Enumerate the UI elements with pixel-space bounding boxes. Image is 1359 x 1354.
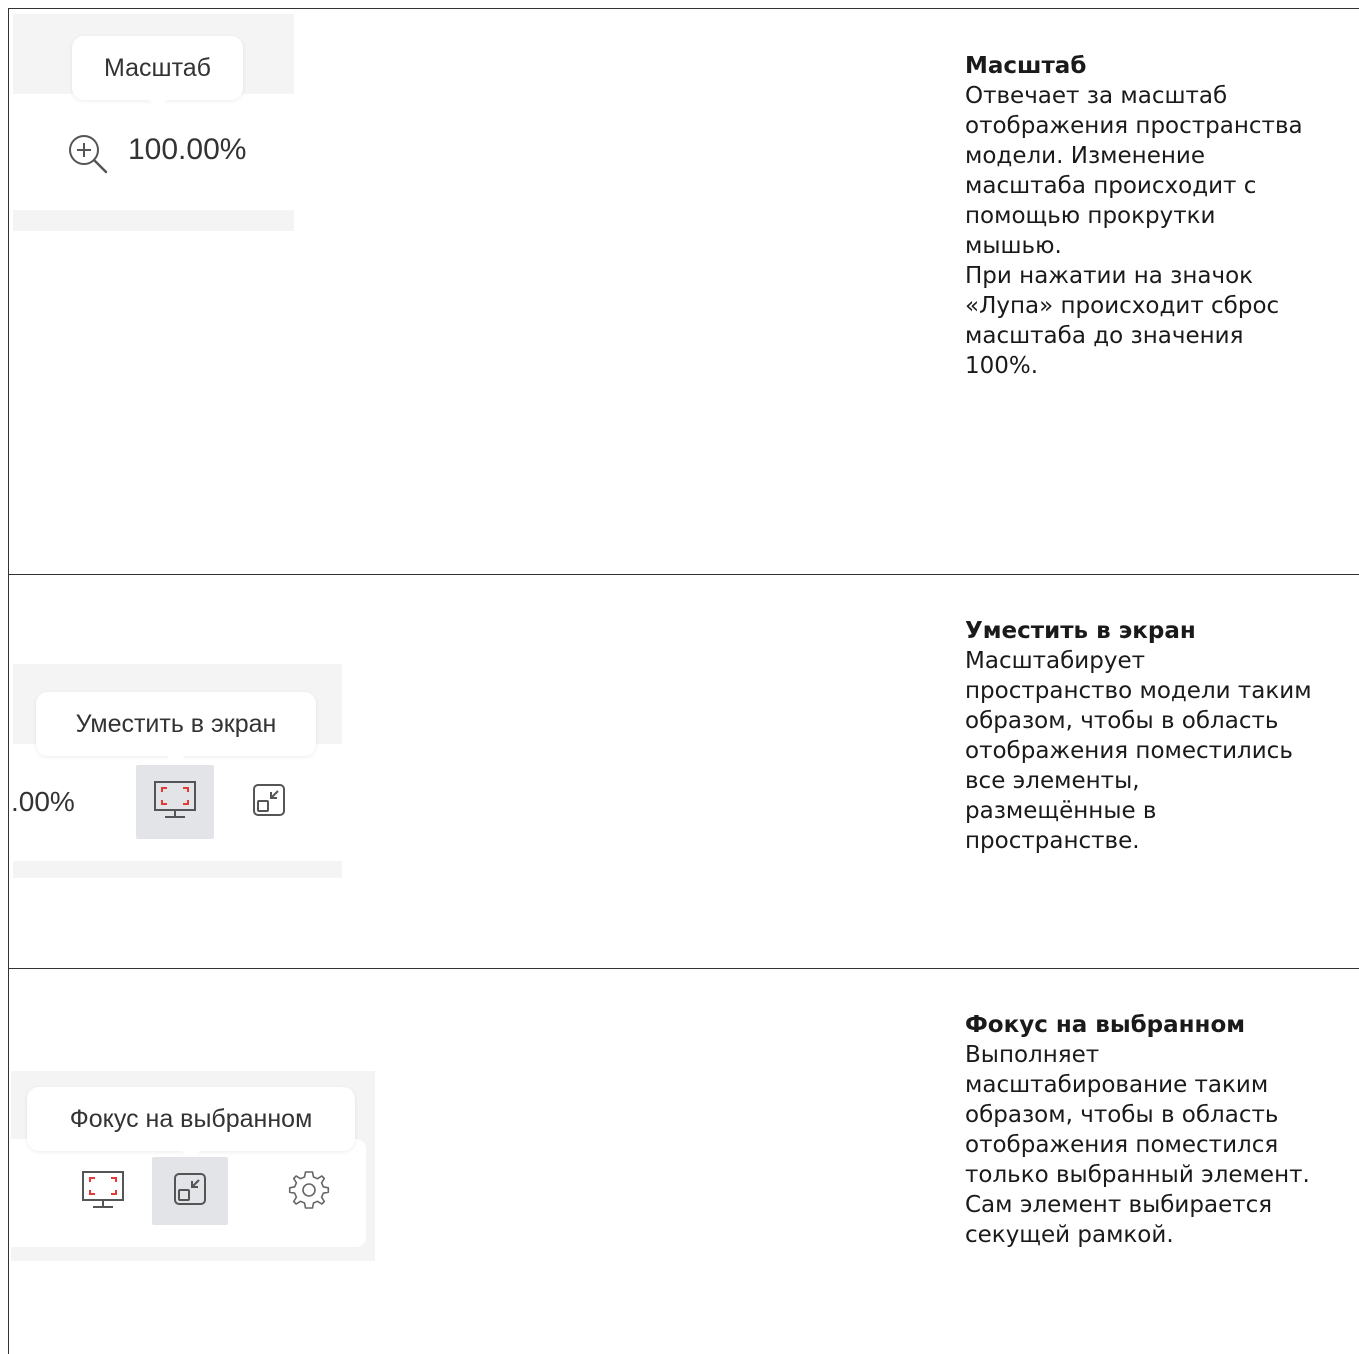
desc-line: мышью. xyxy=(965,233,1062,259)
focus-selected-title: Фокус на выбранном xyxy=(965,1012,1246,1038)
fit-screen-title: Уместить в экран xyxy=(965,618,1196,644)
desc-line: Выполняет xyxy=(965,1042,1100,1068)
reference-table: Масштаб 100.00% Масштаб Отвечает за масш… xyxy=(0,0,1359,1354)
desc-line: образом, чтобы в область xyxy=(965,708,1279,734)
desc-line: При нажатии на значок xyxy=(965,263,1254,289)
focus-selected-button[interactable] xyxy=(152,1157,228,1225)
desc-line: масштаба до значения xyxy=(965,323,1244,349)
focus-selected-screenshot: Фокус на выбранном xyxy=(11,1071,375,1261)
zoom-screenshot: Масштаб 100.00% xyxy=(13,14,294,231)
focus-selected-tooltip-text: Фокус на выбранном xyxy=(69,1104,313,1133)
desc-line: пространстве. xyxy=(965,828,1140,854)
desc-line: размещённые в xyxy=(965,798,1157,824)
table-row-fit-screen: Уместить в экран .00% Уместить в экран М… xyxy=(9,575,1359,968)
fit-screen-tooltip: Уместить в экран xyxy=(36,692,316,765)
fit-screen-tooltip-text: Уместить в экран xyxy=(75,709,277,738)
zoom-icon[interactable] xyxy=(64,130,112,178)
desc-line: модели. Изменение xyxy=(965,143,1206,169)
desc-line: отображения пространства xyxy=(965,113,1303,139)
focus-selected-icon xyxy=(171,1170,209,1213)
focus-selected-button[interactable] xyxy=(239,768,299,836)
focus-selected-icon xyxy=(250,781,288,824)
desc-line: только выбранный элемент. xyxy=(965,1162,1310,1188)
zoom-value-partial: .00% xyxy=(11,786,75,817)
table-row-focus-selected: Фокус на выбранном Фокус на выбранном Вы… xyxy=(9,969,1359,1354)
desc-line: пространство модели таким xyxy=(965,678,1312,704)
monitor-fit-icon xyxy=(80,1170,126,1215)
zoom-tooltip: Масштаб xyxy=(72,36,243,109)
desc-line: 100%. xyxy=(965,353,1039,379)
desc-line: образом, чтобы в область xyxy=(965,1102,1279,1128)
desc-line: «Лупа» происходит сброс xyxy=(965,293,1280,319)
zoom-title: Масштаб xyxy=(965,53,1087,79)
settings-button[interactable] xyxy=(277,1159,341,1225)
desc-line: масштабирование таким xyxy=(965,1072,1269,1098)
desc-line: масштаба происходит с xyxy=(965,173,1257,199)
zoom-value: 100.00% xyxy=(128,133,247,166)
fit-screen-screenshot: Уместить в экран .00% xyxy=(11,664,342,878)
focus-selected-description: Фокус на выбранном Выполняет масштабиров… xyxy=(965,1010,1359,1250)
desc-line: Масштабирует xyxy=(965,648,1146,674)
zoom-tooltip-text: Масштаб xyxy=(104,53,211,82)
desc-line: помощью прокрутки xyxy=(965,203,1216,229)
desc-line: отображения поместился xyxy=(965,1132,1279,1158)
fit-screen-description: Уместить в экран Масштабирует пространст… xyxy=(965,616,1359,856)
desc-line: все элементы, xyxy=(965,768,1140,794)
desc-line: Сам элемент выбирается xyxy=(965,1192,1273,1218)
table-row-zoom: Масштаб 100.00% Масштаб Отвечает за масш… xyxy=(9,9,1359,574)
focus-selected-tooltip: Фокус на выбранном xyxy=(27,1087,355,1160)
zoom-description: Масштаб Отвечает за масштаб отображения … xyxy=(965,51,1359,381)
fit-screen-button[interactable] xyxy=(136,765,214,839)
monitor-fit-icon xyxy=(152,780,198,825)
desc-line: Отвечает за масштаб xyxy=(965,83,1228,109)
gear-icon xyxy=(287,1168,331,1217)
desc-line: отображения поместились xyxy=(965,738,1293,764)
desc-line: секущей рамкой. xyxy=(965,1222,1174,1248)
fit-screen-button[interactable] xyxy=(73,1159,133,1225)
